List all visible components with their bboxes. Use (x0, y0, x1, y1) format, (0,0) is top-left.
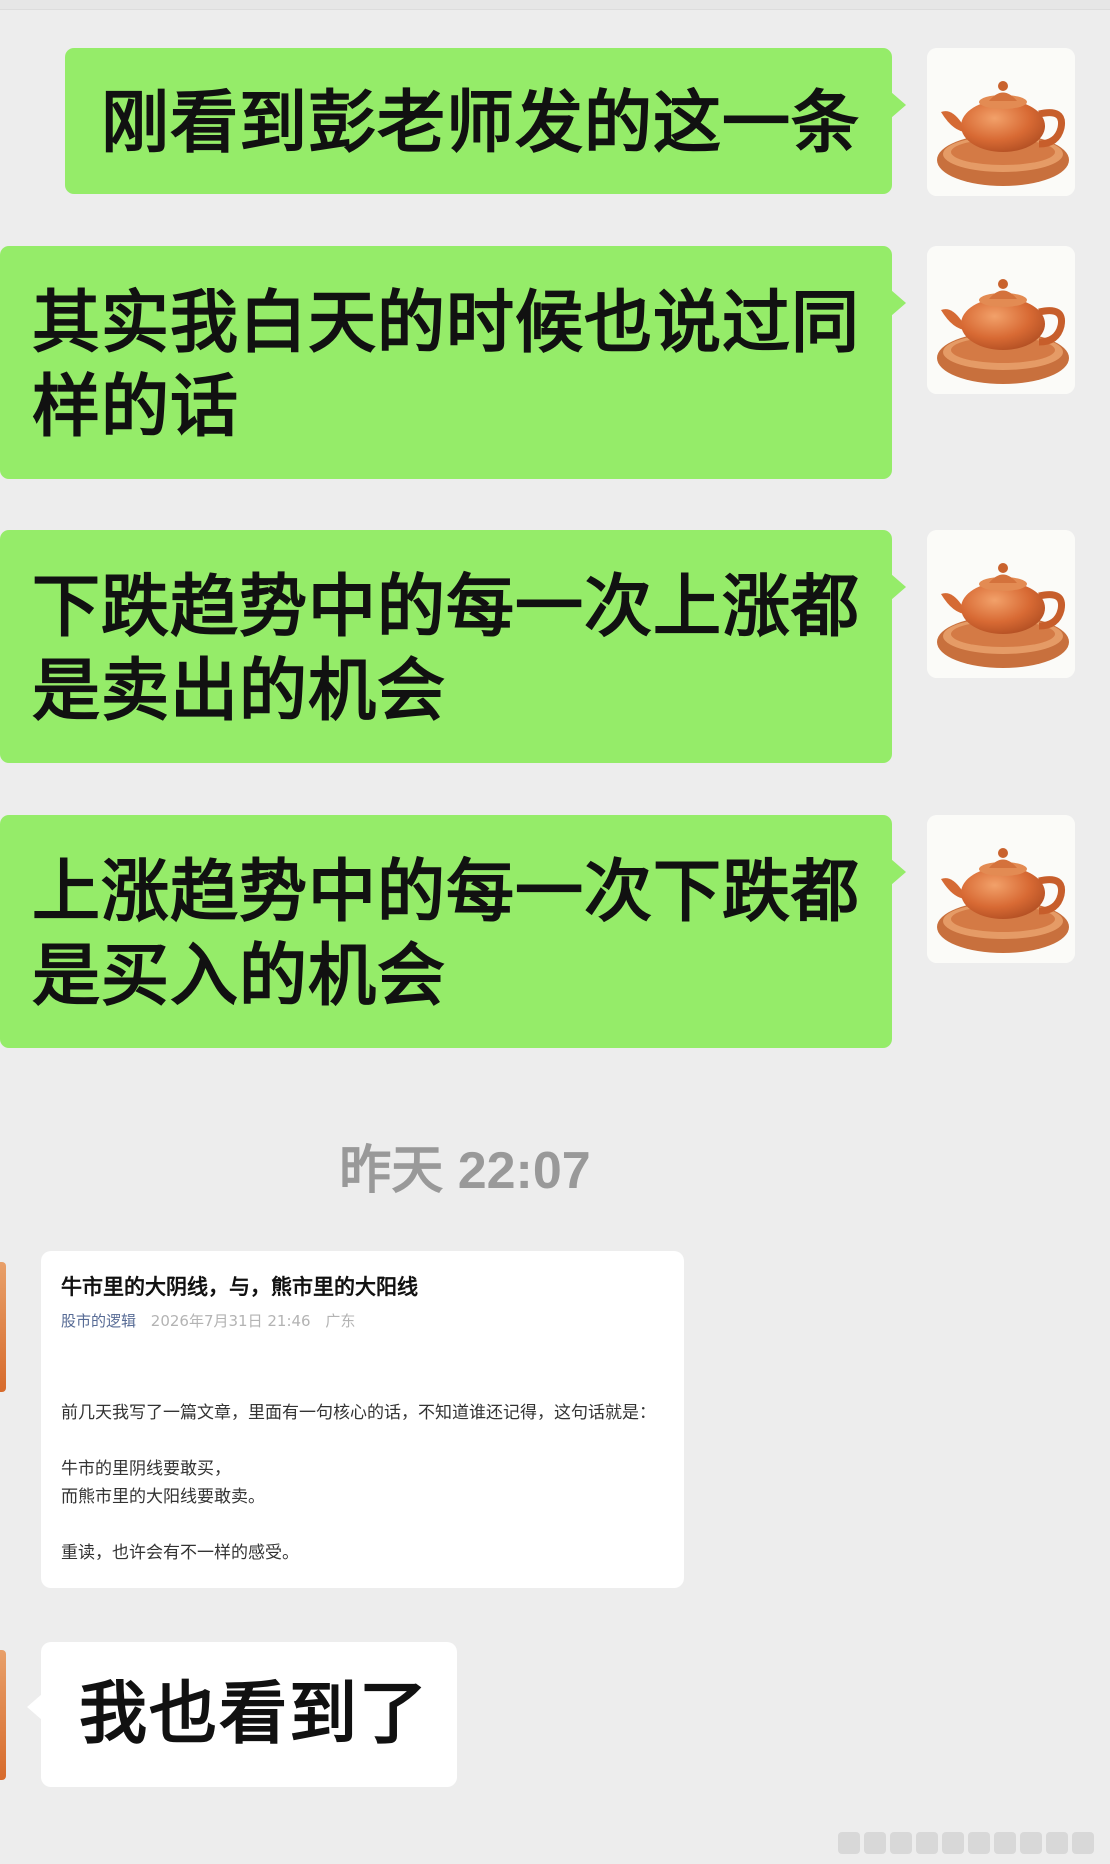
message-bubble-in[interactable]: 我也看到了 (27, 1642, 457, 1787)
teapot-icon (927, 815, 1075, 963)
teapot-icon (927, 48, 1075, 196)
message-text: 刚看到彭老师发的这一条 (101, 84, 861, 163)
message-bubble-out[interactable]: 上涨趋势中的每一次下跌都 是买入的机会 (0, 815, 906, 1048)
article-paragraph: 而熊市里的大阳线要敢卖。 (61, 1487, 265, 1507)
avatar[interactable] (927, 530, 1075, 678)
teapot-icon (927, 246, 1075, 394)
avatar-partial[interactable] (0, 1650, 6, 1780)
message-text-line: 样的话 (32, 368, 240, 447)
avatar[interactable] (927, 246, 1075, 394)
message-timestamp: 昨天 22:07 (339, 1142, 591, 1200)
article-meta: 股市的逻辑 2026年7月31日 21:46 广东 (61, 1311, 664, 1331)
avatar-partial[interactable] (0, 1262, 6, 1392)
message-text-line: 是买入的机会 (32, 937, 447, 1016)
article-paragraph: 前几天我写了一篇文章，里面有一句核心的话，不知道谁还记得，这句话就是： (61, 1403, 656, 1423)
watermark (834, 1832, 1094, 1858)
shared-article-card[interactable]: 牛市里的大阴线，与，熊市里的大阳线 股市的逻辑 2026年7月31日 21:46… (41, 1251, 684, 1588)
article-date: 2026年7月31日 21:46 (150, 1312, 311, 1330)
article-title: 牛市里的大阴线，与，熊市里的大阳线 (61, 1275, 418, 1299)
article-region: 广东 (325, 1312, 356, 1330)
article-paragraph: 重读，也许会有不一样的感受。 (61, 1543, 299, 1563)
top-divider (0, 0, 1110, 10)
message-bubble-out[interactable]: 其实我白天的时候也说过同 样的话 (0, 246, 906, 479)
message-text-line: 下跌趋势中的每一次上涨都 (32, 568, 861, 647)
message-bubble-out[interactable]: 下跌趋势中的每一次上涨都 是卖出的机会 (0, 530, 906, 763)
message-text-line: 是卖出的机会 (32, 652, 447, 731)
article-author[interactable]: 股市的逻辑 (61, 1312, 136, 1330)
message-bubble-out[interactable]: 刚看到彭老师发的这一条 (65, 48, 906, 194)
avatar[interactable] (927, 48, 1075, 196)
article-paragraph: 牛市的里阴线要敢买， (61, 1459, 231, 1479)
teapot-icon (927, 530, 1075, 678)
avatar[interactable] (927, 815, 1075, 963)
message-text-line: 上涨趋势中的每一次下跌都 (32, 853, 861, 932)
article-body: 前几天我写了一篇文章，里面有一句核心的话，不知道谁还记得，这句话就是： 牛市的里… (61, 1399, 664, 1567)
message-text: 我也看到了 (79, 1675, 430, 1754)
message-text-line: 其实我白天的时候也说过同 (32, 284, 861, 363)
